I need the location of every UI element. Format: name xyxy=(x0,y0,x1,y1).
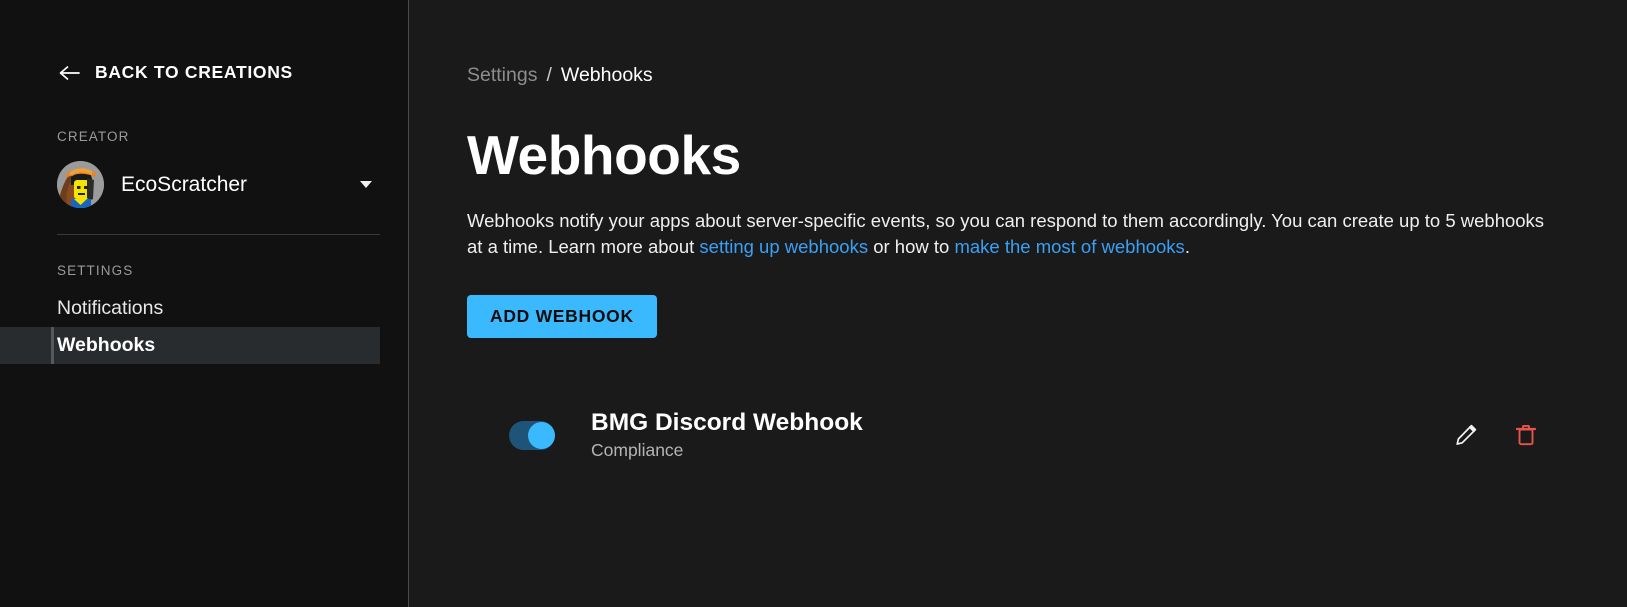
sidebar-item-webhooks[interactable]: Webhooks xyxy=(0,327,380,364)
delete-webhook-button[interactable] xyxy=(1513,422,1539,448)
page-description: Webhooks notify your apps about server-s… xyxy=(467,208,1559,261)
creator-section-label: CREATOR xyxy=(57,129,130,144)
description-part-3: . xyxy=(1184,236,1190,258)
sidebar-item-label: Notifications xyxy=(57,297,164,319)
page-title: Webhooks xyxy=(467,124,741,186)
trash-icon xyxy=(1515,425,1537,446)
make-most-of-webhooks-link[interactable]: make the most of webhooks xyxy=(954,236,1184,257)
creator-selector[interactable]: EcoScratcher xyxy=(57,161,380,208)
avatar xyxy=(57,161,104,208)
webhook-row-actions xyxy=(1453,422,1539,448)
webhook-list: BMG Discord Webhook Compliance xyxy=(467,400,1627,470)
breadcrumb-webhooks: Webhooks xyxy=(560,64,653,86)
settings-nav: Notifications Webhooks xyxy=(0,290,408,364)
breadcrumb-settings[interactable]: Settings xyxy=(467,64,537,87)
main-content: Settings / Webhooks Webhooks Webhooks no… xyxy=(409,0,1627,607)
webhook-enabled-toggle[interactable] xyxy=(509,420,555,450)
chevron-down-icon xyxy=(360,181,372,188)
settings-section-label: SETTINGS xyxy=(57,263,134,278)
arrow-left-icon xyxy=(59,65,80,80)
back-to-creations-link[interactable]: BACK TO CREATIONS xyxy=(57,62,293,83)
toggle-knob xyxy=(528,421,555,449)
add-webhook-button[interactable]: ADD WEBHOOK xyxy=(467,295,657,339)
back-to-creations-label: BACK TO CREATIONS xyxy=(95,62,293,82)
setting-up-webhooks-link[interactable]: setting up webhooks xyxy=(699,236,868,257)
webhook-row: BMG Discord Webhook Compliance xyxy=(467,400,1627,470)
breadcrumb: Settings / Webhooks xyxy=(467,64,1627,87)
creator-name: EcoScratcher xyxy=(121,172,248,196)
sidebar-divider xyxy=(57,234,380,235)
webhook-subtitle: Compliance xyxy=(591,440,684,461)
breadcrumb-separator: / xyxy=(546,64,552,86)
avatar-image xyxy=(57,161,104,208)
sidebar-item-notifications[interactable]: Notifications xyxy=(0,290,380,327)
sidebar: BACK TO CREATIONS CREATOR EcoScratcher S… xyxy=(0,0,409,607)
sidebar-item-label: Webhooks xyxy=(57,334,156,356)
edit-webhook-button[interactable] xyxy=(1453,422,1479,448)
webhook-info: BMG Discord Webhook Compliance xyxy=(591,409,1453,461)
webhook-name: BMG Discord Webhook xyxy=(591,409,863,437)
description-part-2: or how to xyxy=(868,236,955,258)
settings-page: BACK TO CREATIONS CREATOR EcoScratcher S… xyxy=(0,0,1627,607)
pencil-icon xyxy=(1456,425,1477,446)
